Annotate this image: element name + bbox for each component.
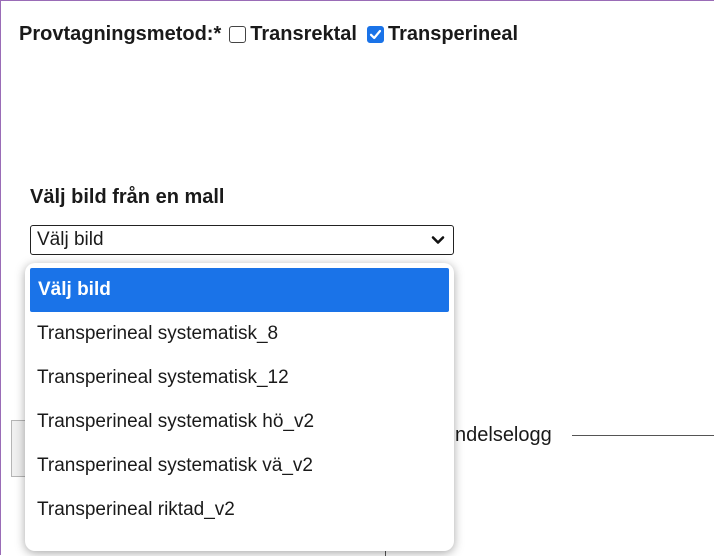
transrektal-option[interactable]: Transrektal	[229, 23, 357, 46]
dropdown-option[interactable]: Välj bild	[30, 268, 449, 312]
template-heading: Välj bild från en mall	[30, 186, 225, 208]
sampling-method-row: Provtagningsmetod:* Transrektal Transper…	[19, 23, 528, 46]
transrektal-checkbox[interactable]	[229, 26, 247, 43]
page-frame: Provtagningsmetod:* Transrektal Transper…	[0, 0, 714, 556]
template-select-value: Välj bild	[37, 229, 104, 250]
transrektal-label[interactable]: Transrektal	[250, 23, 357, 46]
transperineal-checkbox[interactable]	[366, 26, 384, 43]
template-dropdown-list: Välj bild Transperineal systematisk_8 Tr…	[25, 263, 454, 551]
fieldset-border	[572, 435, 714, 436]
dropdown-option[interactable]: Transperineal riktad_v2	[25, 488, 454, 532]
dropdown-option[interactable]: Transperineal systematisk hö_v2	[25, 400, 454, 444]
transperineal-option[interactable]: Transperineal	[366, 23, 518, 46]
template-select[interactable]: Välj bild	[30, 225, 454, 255]
chevron-down-icon	[431, 236, 445, 244]
event-log-legend: ndelselogg	[455, 424, 552, 446]
dropdown-option[interactable]: Transperineal systematisk_8	[25, 312, 454, 356]
transperineal-label[interactable]: Transperineal	[388, 23, 518, 46]
checkmark-icon	[369, 29, 382, 40]
sampling-method-label: Provtagningsmetod:*	[19, 23, 222, 45]
dropdown-option[interactable]: Transperineal systematisk_12	[25, 356, 454, 400]
dropdown-option[interactable]: Transperineal systematisk vä_v2	[25, 444, 454, 488]
